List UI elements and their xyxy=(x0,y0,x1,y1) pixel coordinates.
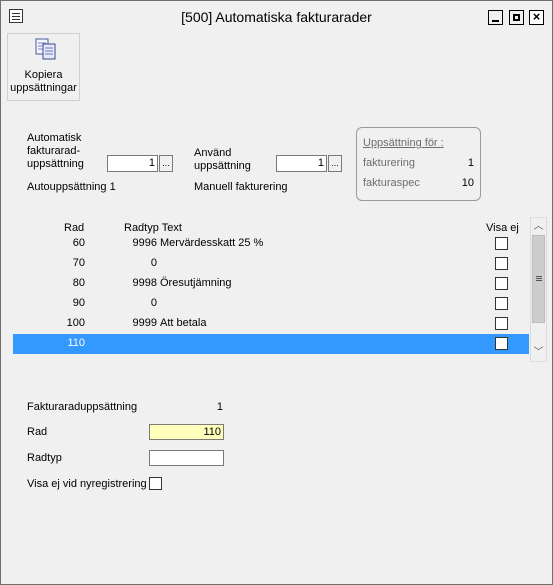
copy-documents-icon xyxy=(35,38,56,60)
cell-text: Att betala xyxy=(160,317,207,329)
auto-setup-name: Autouppsättning 1 xyxy=(27,181,116,193)
rad-input[interactable]: 110 xyxy=(149,424,224,440)
use-setup-label-line2: uppsättning xyxy=(194,160,251,172)
copy-setups-button[interactable]: Kopiera uppsättningar xyxy=(7,33,80,101)
cell-rad: 110 xyxy=(67,337,85,349)
close-icon: × xyxy=(532,9,541,24)
cell-radtyp: 9996 xyxy=(132,237,157,249)
grid-scrollbar[interactable]: ︿ ﹀ xyxy=(530,217,547,362)
table-row[interactable]: 70 0 xyxy=(13,254,529,274)
cell-radtyp: 0 xyxy=(150,257,157,269)
table-row[interactable]: 60 9996 Mervärdesskatt 25 % xyxy=(13,234,529,254)
visa-ej-nyreg-label: Visa ej vid nyregistrering xyxy=(27,478,147,490)
cell-rad: 80 xyxy=(72,277,85,289)
copy-setups-label-line1: Kopiera xyxy=(24,69,63,81)
use-setup-label-line1: Använd xyxy=(194,147,232,159)
use-setup-label: Använd uppsättning xyxy=(194,147,251,173)
cell-rad: 90 xyxy=(72,297,85,309)
invoice-spec-value: 10 xyxy=(461,177,474,189)
visa-ej-checkbox[interactable] xyxy=(495,257,508,270)
cell-radtyp: 0 xyxy=(150,297,157,309)
invoicing-label: fakturering xyxy=(363,157,415,169)
use-setup-name: Manuell fakturering xyxy=(194,181,288,193)
auto-setup-input[interactable]: 1 xyxy=(107,155,158,172)
app-window: [500] Automatiska fakturarader × Kopiera… xyxy=(0,0,553,585)
invoice-spec-label: fakturaspec xyxy=(363,177,420,189)
table-row-selected[interactable]: 110 xyxy=(13,334,529,354)
close-button[interactable]: × xyxy=(529,9,544,25)
visa-ej-checkbox[interactable] xyxy=(495,277,508,290)
minimize-icon xyxy=(492,20,499,22)
column-header-rad: Rad xyxy=(64,222,85,234)
visa-ej-checkbox[interactable] xyxy=(495,237,508,250)
column-header-visa-ej: Visa ej xyxy=(486,222,519,234)
visa-ej-checkbox[interactable] xyxy=(495,317,508,330)
scroll-up-arrow-icon[interactable]: ︿ xyxy=(531,218,546,235)
radtyp-label: Radtyp xyxy=(27,452,62,464)
cell-rad: 70 xyxy=(72,257,85,269)
groupbox-title: Uppsättning för : xyxy=(363,137,444,149)
use-setup-input[interactable]: 1 xyxy=(276,155,327,172)
table-row[interactable]: 80 9998 Öresutjämning xyxy=(13,274,529,294)
cell-text: Öresutjämning xyxy=(160,277,232,289)
use-setup-lookup-button[interactable]: ... xyxy=(328,155,342,172)
cell-radtyp: 9999 xyxy=(132,317,157,329)
auto-setup-label-line3: uppsättning xyxy=(27,158,84,170)
visa-ej-checkbox[interactable] xyxy=(495,337,508,350)
auto-setup-label: Automatisk fakturarad- uppsättning xyxy=(27,132,84,171)
setup-value: 1 xyxy=(216,401,223,413)
table-row[interactable]: 90 0 xyxy=(13,294,529,314)
minimize-button[interactable] xyxy=(488,10,503,25)
cell-rad: 60 xyxy=(72,237,85,249)
setup-label: Fakturaraduppsättning xyxy=(27,401,138,413)
grip-icon xyxy=(536,276,542,277)
cell-text: Mervärdesskatt 25 % xyxy=(160,237,264,249)
invoicing-value: 1 xyxy=(467,157,474,169)
auto-setup-label-line2: fakturarad- xyxy=(27,145,81,157)
scrollbar-thumb[interactable] xyxy=(532,235,545,323)
maximize-icon xyxy=(513,14,520,21)
maximize-button[interactable] xyxy=(509,10,524,25)
auto-setup-label-line1: Automatisk xyxy=(27,132,82,144)
rad-label: Rad xyxy=(27,426,48,438)
title-bar[interactable]: [500] Automatiska fakturarader × xyxy=(1,1,552,31)
visa-ej-nyreg-checkbox[interactable] xyxy=(149,477,162,490)
cell-rad: 100 xyxy=(66,317,85,329)
copy-setups-label-line2: uppsättningar xyxy=(10,82,77,94)
setup-for-groupbox: Uppsättning för : fakturering 1 fakturas… xyxy=(356,127,481,201)
column-header-radtyp-text: Radtyp Text xyxy=(124,222,182,234)
window-title: [500] Automatiska fakturarader xyxy=(181,9,372,25)
table-row[interactable]: 100 9999 Att betala xyxy=(13,314,529,334)
radtyp-input[interactable] xyxy=(149,450,224,466)
scroll-down-arrow-icon[interactable]: ﹀ xyxy=(531,344,546,361)
auto-setup-lookup-button[interactable]: ... xyxy=(159,155,173,172)
cell-radtyp: 9998 xyxy=(132,277,157,289)
visa-ej-checkbox[interactable] xyxy=(495,297,508,310)
